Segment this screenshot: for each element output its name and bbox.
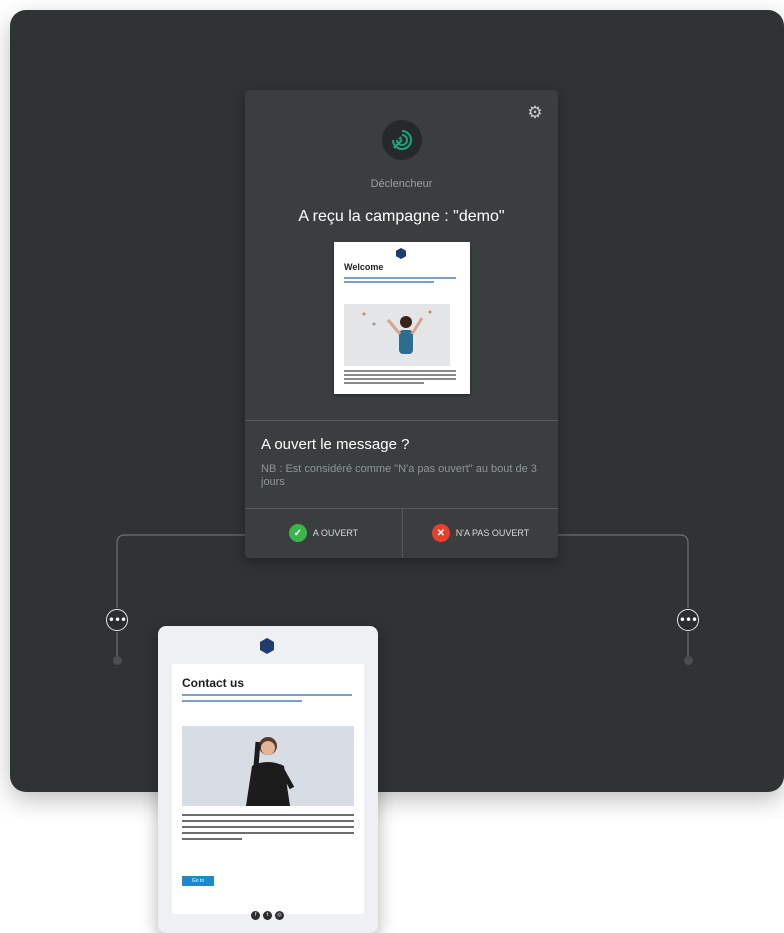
left-branch-menu-button[interactable]: ••• [106,609,128,631]
right-branch-menu-button[interactable]: ••• [677,609,699,631]
branch-not-opened-label: N'A PAS OUVERT [455,528,530,538]
trigger-title: A reçu la campagne : "demo" [298,208,505,225]
brand-logo [260,638,274,654]
email-body-line [344,382,424,384]
branch-opened-label: A OUVERT [312,528,359,538]
more-horizontal-icon: ••• [107,613,127,627]
contact-email-preview[interactable]: Contact us Go to f t ◎ [158,626,378,933]
email-body-line [344,370,456,372]
left-branch-connector-dot [113,656,122,665]
email-body-line [182,820,354,822]
more-horizontal-icon: ••• [678,613,698,627]
email-cta-button[interactable]: Go to [182,876,214,886]
target-arrow-icon [382,120,422,160]
email-body-line [182,826,354,828]
branch-not-opened-button[interactable]: ✕ N'A PAS OUVERT [403,508,558,558]
check-icon: ✓ [288,524,307,542]
email-heading: Contact us [182,676,245,690]
email-body-line [182,838,242,840]
gear-icon[interactable]: ⚙ [526,104,544,122]
email-body-line [182,832,354,834]
cross-icon: ✕ [431,524,450,542]
twitter-icon[interactable]: t [263,911,272,920]
email-heading: Welcome [344,262,384,272]
email-body-line [182,814,354,816]
condition-question: A ouvert le message ? [261,436,410,453]
email-subtitle-line [344,281,434,283]
section-divider [245,420,558,421]
right-branch-connector-dot [684,656,693,665]
facebook-icon[interactable]: f [251,911,260,920]
branch-opened-button[interactable]: ✓ A OUVERT [245,508,402,558]
email-hero-image [182,726,354,806]
email-hero-image [344,304,450,366]
email-body: Contact us Go to [172,664,364,914]
email-body-line [344,374,456,376]
email-subtitle-line [182,694,352,696]
trigger-label: Déclencheur [370,178,433,190]
email-subtitle-line [182,700,302,702]
instagram-icon[interactable]: ◎ [275,911,284,920]
condition-note: NB : Est considéré comme "N'a pas ouvert… [261,463,537,488]
trigger-card[interactable]: ⚙ Déclencheur A reçu la campagne : "demo… [245,90,558,558]
email-body-line [344,378,456,380]
campaign-email-preview[interactable]: Welcome [334,242,470,394]
brand-logo [396,248,406,259]
email-subtitle-line [344,277,456,279]
